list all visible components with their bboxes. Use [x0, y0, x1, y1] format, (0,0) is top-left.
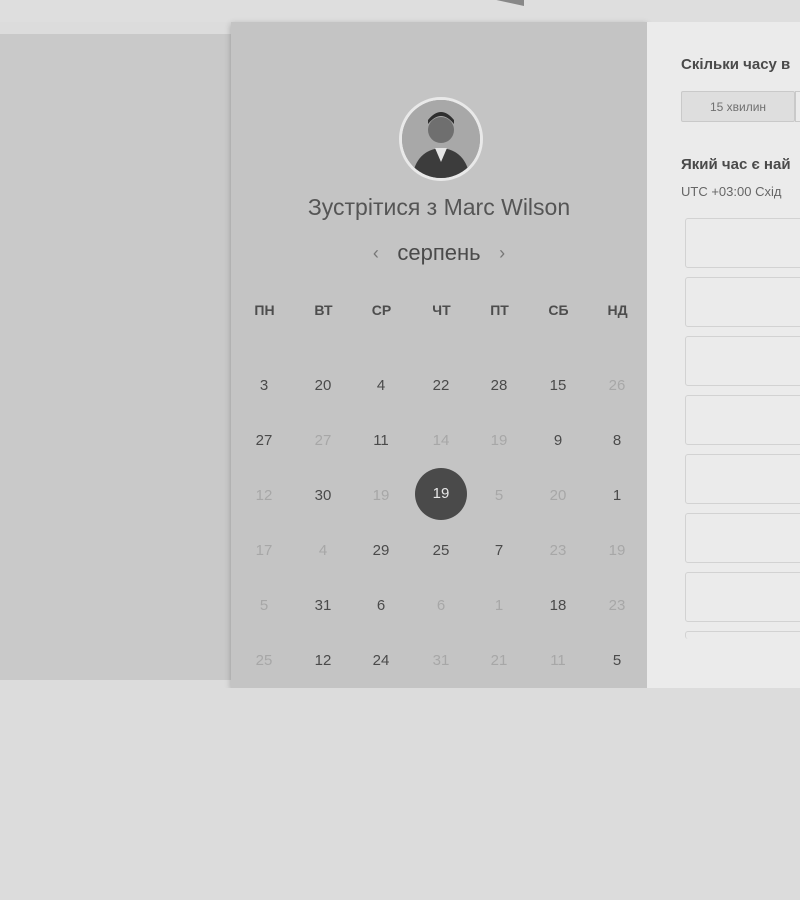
- time-slot[interactable]: [685, 277, 800, 327]
- time-slot[interactable]: [685, 513, 800, 563]
- top-bar: [0, 0, 800, 22]
- calendar-day: 26: [608, 377, 626, 394]
- calendar-day: 12: [255, 487, 273, 504]
- calendar-day: 4: [318, 542, 328, 559]
- time-slot[interactable]: [685, 395, 800, 445]
- calendar-day[interactable]: 27: [238, 415, 290, 467]
- calendar-day[interactable]: 18: [532, 580, 584, 632]
- duration-option-button-2[interactable]: [795, 91, 800, 122]
- calendar-day[interactable]: 30: [297, 470, 349, 522]
- calendar-day: 23: [608, 597, 626, 614]
- calendar-day: 19: [372, 487, 390, 504]
- calendar-day[interactable]: 22: [415, 360, 467, 412]
- calendar-day[interactable]: 12: [297, 635, 349, 687]
- user-avatar: [399, 97, 483, 181]
- calendar-day[interactable]: 31: [297, 580, 349, 632]
- month-navigation: ‹ серпень ›: [231, 240, 647, 266]
- calendar-day: 5: [259, 597, 269, 614]
- weekday-label: СБ: [548, 302, 569, 318]
- calendar-day[interactable]: 28: [473, 360, 525, 412]
- calendar-day: 19: [490, 432, 508, 449]
- page-background: [0, 688, 800, 900]
- calendar-day[interactable]: 9: [532, 415, 584, 467]
- calendar-day[interactable]: 20: [297, 360, 349, 412]
- calendar-day[interactable]: 29: [355, 525, 407, 577]
- calendar-day[interactable]: 8: [591, 415, 643, 467]
- duration-option-button[interactable]: 15 хвилин: [681, 91, 795, 122]
- calendar-day[interactable]: 15: [532, 360, 584, 412]
- time-question: Який час є най: [681, 156, 791, 173]
- calendar-day: 17: [255, 542, 273, 559]
- calendar-day[interactable]: 5: [591, 635, 643, 687]
- calendar-day: 20: [549, 487, 567, 504]
- calendar-panel: Зустрітися з Marc Wilson ‹ серпень › ПН В…: [231, 22, 647, 688]
- calendar-day[interactable]: 11: [355, 415, 407, 467]
- calendar-day: 21: [490, 652, 508, 669]
- left-panel: [0, 34, 231, 680]
- calendar-day: 23: [549, 542, 567, 559]
- time-slot[interactable]: [685, 572, 800, 622]
- calendar-day: 1: [494, 597, 504, 614]
- calendar-day[interactable]: 3: [238, 360, 290, 412]
- calendar-day: 19: [608, 542, 626, 559]
- weekday-label: СР: [371, 302, 392, 318]
- chevron-right-icon[interactable]: ›: [485, 243, 519, 264]
- calendar-day: 6: [436, 597, 446, 614]
- calendar-day[interactable]: 1: [591, 470, 643, 522]
- weekday-header: ПН ВТ СР ЧТ ПТ СБ НД: [233, 302, 647, 322]
- calendar-day: 25: [255, 652, 273, 669]
- calendar-day[interactable]: 7: [473, 525, 525, 577]
- booking-panel: Скільки часу в 15 хвилин Який час є най …: [647, 22, 800, 688]
- calendar-day: 31: [432, 652, 450, 669]
- calendar-day[interactable]: 25: [415, 525, 467, 577]
- time-slot[interactable]: [685, 336, 800, 386]
- calendar-day[interactable]: 24: [355, 635, 407, 687]
- weekday-label: НД: [607, 302, 628, 318]
- selected-date[interactable]: 19: [415, 468, 467, 520]
- calendar-day: 27: [314, 432, 332, 449]
- weekday-label: ПТ: [490, 302, 509, 318]
- caret-down-icon: [496, 0, 524, 6]
- month-label: серпень: [397, 240, 481, 265]
- calendar-day: 14: [432, 432, 450, 449]
- weekday-label: ВТ: [314, 302, 333, 318]
- calendar-day: 5: [494, 487, 504, 504]
- time-slot[interactable]: [685, 631, 800, 639]
- time-slot[interactable]: [685, 454, 800, 504]
- weekday-label: ЧТ: [432, 302, 451, 318]
- chevron-left-icon[interactable]: ‹: [359, 243, 393, 264]
- calendar-day[interactable]: 4: [355, 360, 407, 412]
- duration-question: Скільки часу в: [681, 56, 791, 73]
- meeting-title: Зустрітися з Marc Wilson: [307, 194, 571, 220]
- calendar-day: 11: [550, 652, 566, 669]
- time-slot[interactable]: [685, 218, 800, 268]
- weekday-label: ПН: [254, 302, 275, 318]
- calendar-day[interactable]: 6: [355, 580, 407, 632]
- timezone-label: UTC +03:00 Схід: [681, 184, 782, 199]
